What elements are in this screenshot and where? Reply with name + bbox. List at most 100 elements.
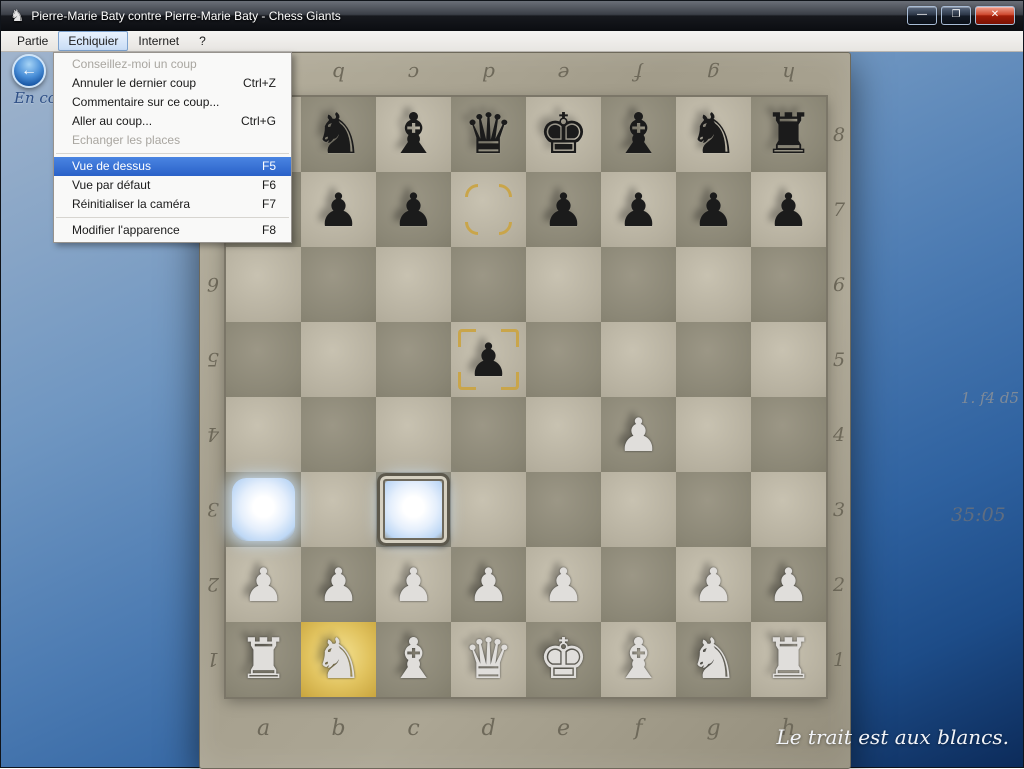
square-e2[interactable]: ♟ [526,547,601,622]
square-h2[interactable]: ♟ [751,547,826,622]
square-f1[interactable]: ♝ [601,622,676,697]
square-b6[interactable] [301,247,376,322]
piece-white-pawn[interactable]: ♟ [451,547,526,622]
piece-white-bishop[interactable]: ♝ [376,622,451,697]
menu-item[interactable]: Réinitialiser la caméraF7 [54,195,291,214]
menubar-item-partie[interactable]: Partie [7,31,58,51]
square-e8[interactable]: ♚ [526,97,601,172]
square-b8[interactable]: ♞ [301,97,376,172]
square-d3[interactable] [451,472,526,547]
piece-black-pawn[interactable]: ♟ [601,172,676,247]
square-d4[interactable] [451,397,526,472]
square-c2[interactable]: ♟ [376,547,451,622]
back-button[interactable]: ← [12,54,46,88]
square-d8[interactable]: ♛ [451,97,526,172]
piece-white-rook[interactable]: ♜ [226,622,301,697]
menu-item[interactable]: Vue de dessusF5 [54,157,291,176]
square-d6[interactable] [451,247,526,322]
square-a3[interactable] [226,472,301,547]
square-b7[interactable]: ♟ [301,172,376,247]
close-button[interactable]: ✕ [975,6,1015,25]
square-g5[interactable] [676,322,751,397]
menu-item[interactable]: Vue par défautF6 [54,176,291,195]
piece-black-queen[interactable]: ♛ [451,97,526,172]
piece-black-bishop[interactable]: ♝ [376,97,451,172]
piece-black-knight[interactable]: ♞ [301,97,376,172]
square-b4[interactable] [301,397,376,472]
piece-black-king[interactable]: ♚ [526,97,601,172]
square-g7[interactable]: ♟ [676,172,751,247]
menu-item[interactable]: Modifier l'apparenceF8 [54,221,291,240]
square-f6[interactable] [601,247,676,322]
piece-white-pawn[interactable]: ♟ [526,547,601,622]
piece-white-pawn[interactable]: ♟ [376,547,451,622]
piece-black-pawn[interactable]: ♟ [376,172,451,247]
square-g4[interactable] [676,397,751,472]
square-g6[interactable] [676,247,751,322]
square-a4[interactable] [226,397,301,472]
square-f3[interactable] [601,472,676,547]
square-f8[interactable]: ♝ [601,97,676,172]
square-c6[interactable] [376,247,451,322]
square-f2[interactable] [601,547,676,622]
piece-black-knight[interactable]: ♞ [676,97,751,172]
piece-black-pawn[interactable]: ♟ [301,172,376,247]
square-d7[interactable] [451,172,526,247]
square-c5[interactable] [376,322,451,397]
piece-white-king[interactable]: ♚ [526,622,601,697]
piece-white-bishop[interactable]: ♝ [601,622,676,697]
piece-black-pawn[interactable]: ♟ [751,172,826,247]
square-f4[interactable]: ♟ [601,397,676,472]
square-h1[interactable]: ♜ [751,622,826,697]
piece-white-queen[interactable]: ♛ [451,622,526,697]
piece-white-pawn[interactable]: ♟ [601,397,676,472]
square-b3[interactable] [301,472,376,547]
piece-white-pawn[interactable]: ♟ [751,547,826,622]
menubar-item-internet[interactable]: Internet [128,31,189,51]
square-e6[interactable] [526,247,601,322]
square-d2[interactable]: ♟ [451,547,526,622]
square-d1[interactable]: ♛ [451,622,526,697]
square-c8[interactable]: ♝ [376,97,451,172]
square-d5[interactable]: ♟ [451,322,526,397]
square-a5[interactable] [226,322,301,397]
piece-white-knight[interactable]: ♞ [301,622,376,697]
square-b2[interactable]: ♟ [301,547,376,622]
piece-white-pawn[interactable]: ♟ [676,547,751,622]
square-f5[interactable] [601,322,676,397]
square-a2[interactable]: ♟ [226,547,301,622]
square-a1[interactable]: ♜ [226,622,301,697]
square-c3[interactable] [376,472,451,547]
square-h5[interactable] [751,322,826,397]
square-g8[interactable]: ♞ [676,97,751,172]
square-h7[interactable]: ♟ [751,172,826,247]
square-h4[interactable] [751,397,826,472]
minimize-button[interactable]: — [907,6,937,25]
square-e5[interactable] [526,322,601,397]
square-h3[interactable] [751,472,826,547]
maximize-button[interactable]: ❐ [941,6,971,25]
square-g1[interactable]: ♞ [676,622,751,697]
square-h8[interactable]: ♜ [751,97,826,172]
square-b1[interactable]: ♞ [301,622,376,697]
square-f7[interactable]: ♟ [601,172,676,247]
square-e1[interactable]: ♚ [526,622,601,697]
piece-black-bishop[interactable]: ♝ [601,97,676,172]
square-h6[interactable] [751,247,826,322]
piece-black-pawn[interactable]: ♟ [676,172,751,247]
square-e4[interactable] [526,397,601,472]
square-g3[interactable] [676,472,751,547]
piece-black-rook[interactable]: ♜ [751,97,826,172]
square-e7[interactable]: ♟ [526,172,601,247]
piece-white-pawn[interactable]: ♟ [301,547,376,622]
menu-item[interactable]: Annuler le dernier coupCtrl+Z [54,74,291,93]
piece-white-pawn[interactable]: ♟ [226,547,301,622]
menubar-item-echiquier[interactable]: Echiquier [58,31,128,51]
menu-item[interactable]: Aller au coup...Ctrl+G [54,112,291,131]
menubar-item-help[interactable]: ? [189,31,216,51]
square-e3[interactable] [526,472,601,547]
square-c7[interactable]: ♟ [376,172,451,247]
square-b5[interactable] [301,322,376,397]
piece-white-rook[interactable]: ♜ [751,622,826,697]
square-c1[interactable]: ♝ [376,622,451,697]
